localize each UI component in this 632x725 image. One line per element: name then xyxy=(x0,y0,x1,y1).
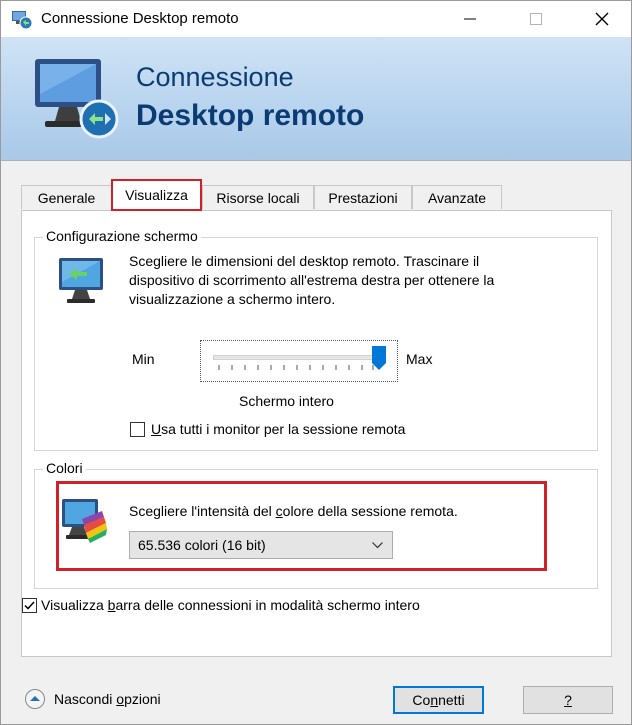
hide-options-post: pzioni xyxy=(124,691,161,707)
display-config-group: Configurazione schermo Scegliere le dime… xyxy=(34,228,598,451)
tab-prestazioni[interactable]: Prestazioni xyxy=(314,185,412,209)
colors-title: Colori xyxy=(43,460,86,476)
slider-thumb[interactable] xyxy=(371,345,387,371)
tab-label: Visualizza xyxy=(125,187,188,203)
help-button[interactable]: ? xyxy=(523,686,613,714)
close-button[interactable] xyxy=(579,1,625,37)
connection-bar-post: arra delle connessioni in modalità scher… xyxy=(115,597,420,613)
all-monitors-label[interactable]: Usa tutti i monitor per la sessione remo… xyxy=(151,420,405,439)
slider-ticks xyxy=(218,365,374,370)
banner-title-line1: Connessione xyxy=(136,62,294,92)
connection-bar-checkbox[interactable] xyxy=(22,598,37,613)
hide-options-label: Nascondi opzioni xyxy=(54,690,161,709)
hide-options-mnemonic: o xyxy=(116,691,125,707)
all-monitors-text: sa tutti i monitor per la sessione remot… xyxy=(161,421,406,437)
connection-bar-pre: Visualizza xyxy=(41,597,108,613)
display-config-title: Configurazione schermo xyxy=(43,228,201,244)
remote-desktop-monitor-icon xyxy=(35,59,119,139)
close-icon xyxy=(595,12,609,26)
checkmark-icon xyxy=(24,601,35,610)
connect-mnemonic: n xyxy=(430,692,439,708)
tab-label: Risorse locali xyxy=(216,190,300,206)
remote-desktop-app-icon xyxy=(12,11,33,30)
help-label: ? xyxy=(564,692,572,708)
slider-value-label: Schermo intero xyxy=(239,393,334,409)
window-title: Connessione Desktop remoto xyxy=(41,10,239,27)
color-depth-icon xyxy=(62,499,107,543)
minimize-icon xyxy=(464,18,476,20)
slider-max-label: Max xyxy=(406,351,433,367)
hide-options-button[interactable]: Nascondi opzioni xyxy=(24,688,204,710)
slider-track xyxy=(213,355,380,360)
display-monitor-icon xyxy=(59,258,103,303)
tab-label: Generale xyxy=(37,190,96,206)
maximize-icon xyxy=(530,13,542,25)
display-description-line: visualizzazione a schermo intero. xyxy=(129,291,336,307)
tab-visualizza[interactable]: Visualizza xyxy=(111,179,202,211)
tab-label: Prestazioni xyxy=(328,190,398,206)
display-size-slider[interactable] xyxy=(200,340,398,382)
connect-button[interactable]: Connetti xyxy=(393,686,484,714)
connect-post: netti xyxy=(438,692,465,708)
connect-pre: Co xyxy=(412,692,431,708)
remote-desktop-window: Connessione Desktop remoto Connessione D… xyxy=(0,0,632,725)
maximize-button xyxy=(513,1,559,37)
tab-label: Avanzate xyxy=(427,190,487,206)
tab-risorse-locali[interactable]: Risorse locali xyxy=(202,185,314,209)
minimize-button[interactable] xyxy=(447,1,493,37)
banner-title-line2: Desktop remoto xyxy=(136,99,365,132)
title-bar: Connessione Desktop remoto xyxy=(1,1,631,37)
color-description-mnemonic: c xyxy=(275,503,283,519)
slider-min-label: Min xyxy=(132,351,155,367)
display-description-line: Scegliere le dimensioni del desktop remo… xyxy=(129,253,480,269)
connection-bar-label[interactable]: Visualizza barra delle connessioni in mo… xyxy=(41,596,420,615)
color-depth-description: Scegliere l'intensità del colore della s… xyxy=(129,502,458,521)
all-monitors-checkbox[interactable] xyxy=(130,422,145,437)
chevron-down-icon xyxy=(372,542,383,549)
hide-options-pre: Nascondi xyxy=(54,691,117,707)
chevron-up-circle-icon xyxy=(25,689,45,709)
all-monitors-mnemonic: U xyxy=(151,421,162,437)
display-description-line: dispositivo di scorrimento all'estrema d… xyxy=(129,272,495,288)
color-depth-value: 65.536 colori (16 bit) xyxy=(138,537,266,553)
display-description: Scegliere le dimensioni del desktop remo… xyxy=(129,252,589,309)
color-description-post: olore della sessione remota. xyxy=(282,503,458,519)
color-depth-select[interactable]: 65.536 colori (16 bit) xyxy=(129,531,393,559)
tab-generale[interactable]: Generale xyxy=(21,185,112,209)
tab-avanzate[interactable]: Avanzate xyxy=(412,185,502,209)
color-description-pre: Scegliere l'intensità del xyxy=(129,503,276,519)
tab-panel-visualizza: Configurazione schermo Scegliere le dime… xyxy=(21,210,612,657)
banner: Connessione Desktop remoto xyxy=(1,37,631,161)
